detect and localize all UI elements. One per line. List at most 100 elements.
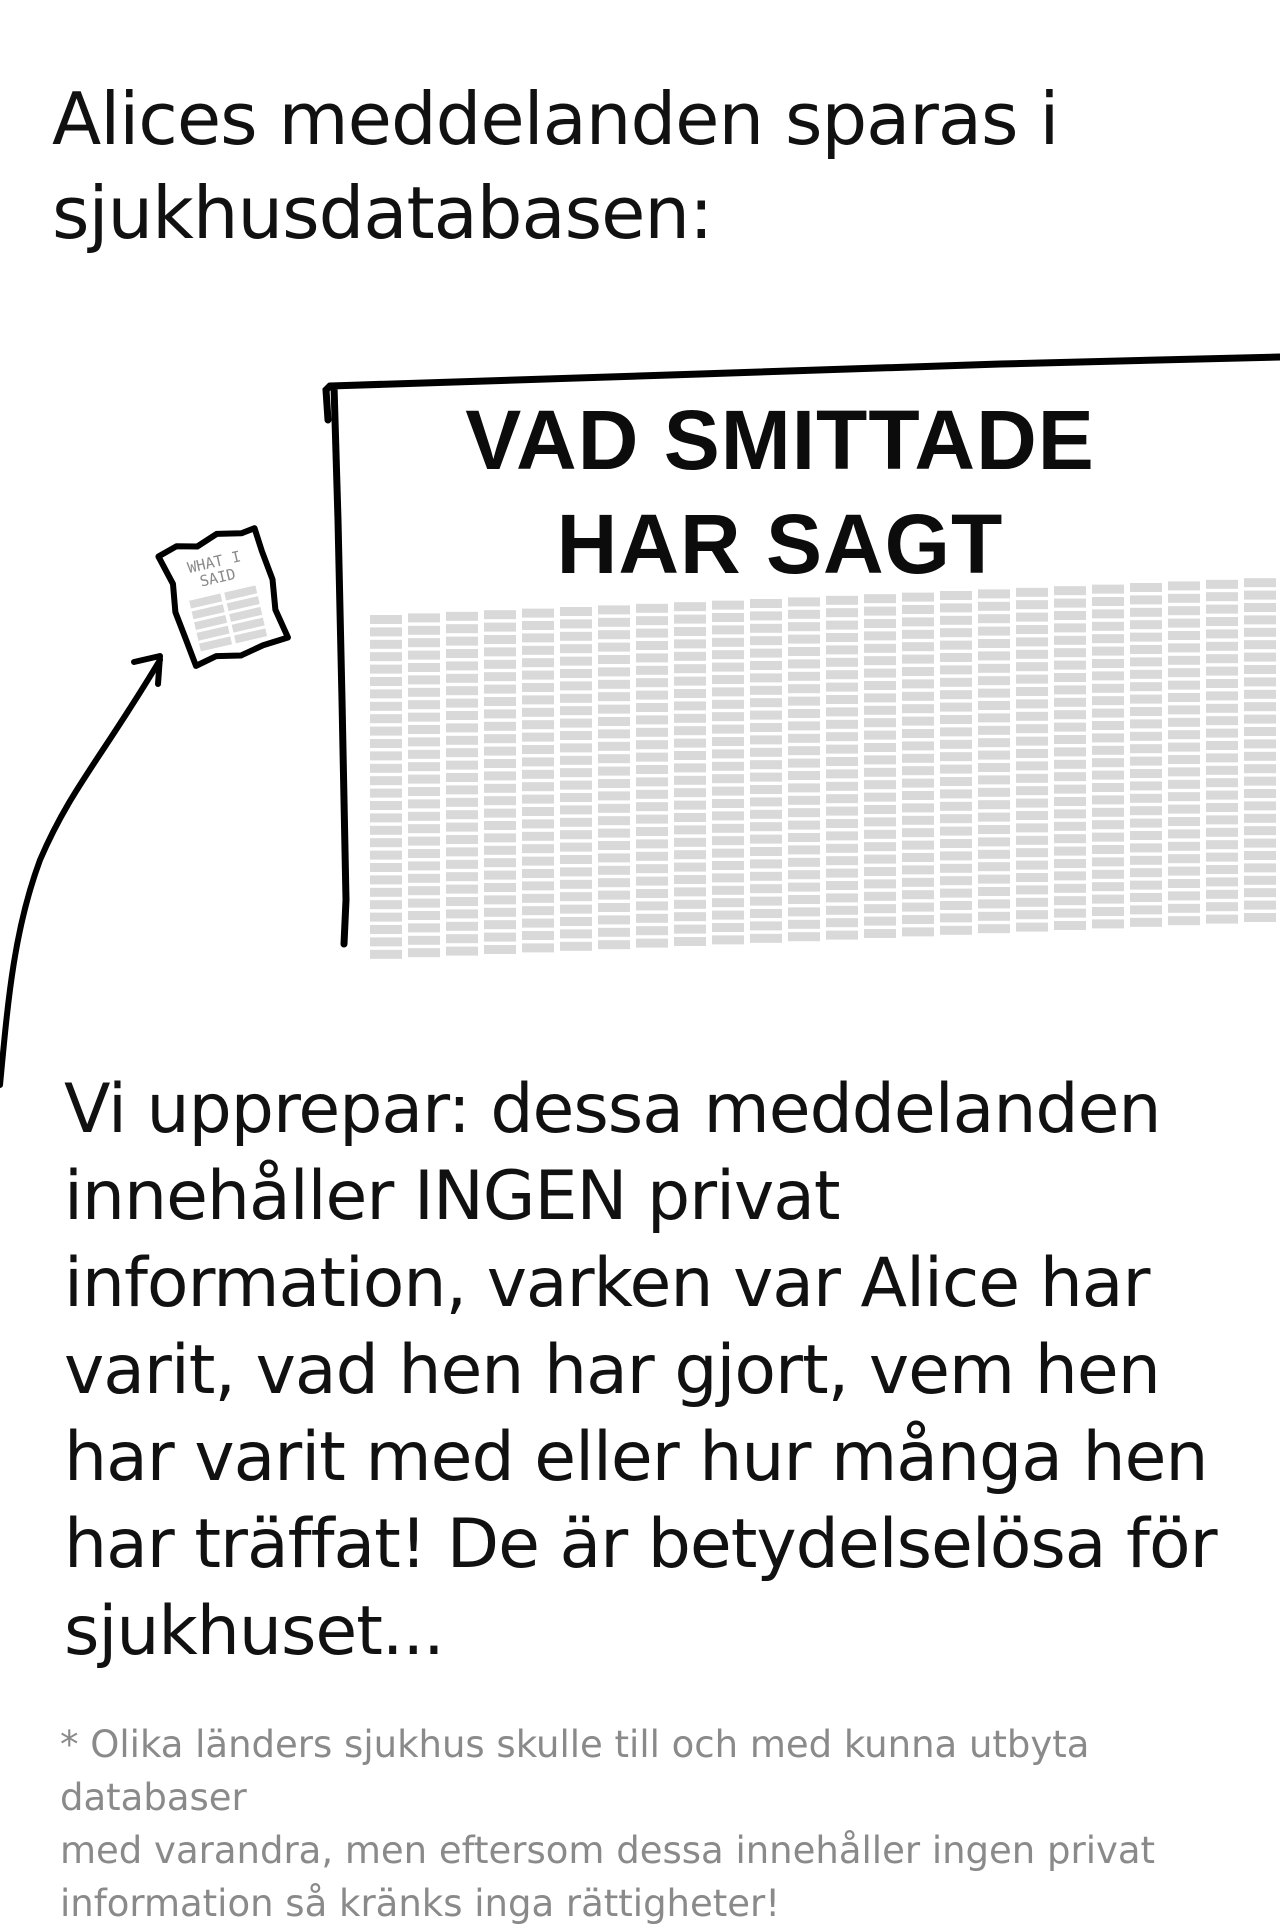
database-cell bbox=[408, 638, 440, 648]
database-cell bbox=[598, 717, 630, 726]
database-cell bbox=[1054, 921, 1086, 930]
database-cell bbox=[864, 904, 896, 914]
database-cell bbox=[1054, 598, 1086, 608]
database-cell bbox=[712, 786, 744, 796]
database-cell bbox=[446, 711, 478, 720]
database-cell bbox=[1092, 882, 1124, 892]
database-cell bbox=[1206, 654, 1238, 664]
body-line: information, varken var Alice har bbox=[64, 1244, 1150, 1323]
database-cell bbox=[940, 603, 972, 613]
database-cell bbox=[1168, 866, 1200, 876]
database-cell bbox=[1092, 894, 1124, 904]
database-cell bbox=[940, 789, 972, 799]
database-cell bbox=[788, 857, 820, 867]
database-cell bbox=[826, 645, 858, 655]
database-cell bbox=[1054, 759, 1086, 769]
database-cell bbox=[598, 642, 630, 652]
database-cell bbox=[1168, 903, 1200, 913]
database-cell bbox=[446, 611, 478, 621]
database-cell bbox=[636, 851, 668, 861]
database-cell bbox=[1168, 643, 1200, 653]
database-cell bbox=[1016, 885, 1048, 895]
database-cell bbox=[902, 729, 934, 738]
database-cell bbox=[1016, 612, 1048, 622]
database-cell bbox=[788, 758, 820, 768]
database-cell bbox=[940, 715, 972, 724]
database-cell bbox=[370, 912, 402, 922]
database-cell bbox=[560, 607, 592, 616]
database-cell bbox=[636, 765, 668, 774]
database-cell bbox=[1244, 689, 1276, 699]
database-cell bbox=[560, 656, 592, 666]
database-cell bbox=[560, 718, 592, 728]
database-cell bbox=[940, 901, 972, 910]
database-cell bbox=[370, 739, 402, 748]
database-cell bbox=[560, 669, 592, 678]
database-cell bbox=[674, 862, 706, 872]
database-cell bbox=[1092, 807, 1124, 817]
database-cell bbox=[1168, 829, 1200, 839]
database-cell bbox=[902, 803, 934, 813]
database-cell bbox=[902, 741, 934, 751]
database-cell bbox=[522, 856, 554, 866]
database-cell bbox=[1130, 917, 1162, 927]
database-cell bbox=[788, 932, 820, 942]
database-cell bbox=[788, 882, 820, 892]
database-cell bbox=[1092, 869, 1124, 879]
database-cell bbox=[712, 774, 744, 784]
database-cell bbox=[674, 602, 706, 612]
database-cell bbox=[560, 892, 592, 902]
database-cell bbox=[864, 879, 896, 889]
database-cell bbox=[978, 924, 1010, 934]
database-cell bbox=[408, 675, 440, 685]
database-cell bbox=[788, 820, 820, 830]
footnote-line: information så kränks inga rättigheter! bbox=[60, 1882, 781, 1925]
database-cell bbox=[1092, 919, 1124, 929]
database-cell bbox=[712, 613, 744, 622]
database-cell bbox=[636, 715, 668, 725]
database-cell bbox=[1092, 857, 1124, 867]
database-cell bbox=[484, 684, 516, 694]
database-cell bbox=[408, 799, 440, 809]
database-cell bbox=[560, 941, 592, 951]
database-cell bbox=[484, 709, 516, 719]
database-cell bbox=[674, 837, 706, 847]
database-cell bbox=[1206, 889, 1238, 899]
database-cell bbox=[674, 614, 706, 624]
database-cell bbox=[598, 803, 630, 813]
database-cell bbox=[1092, 795, 1124, 805]
database-cell bbox=[1054, 735, 1086, 744]
database-cell bbox=[1244, 838, 1276, 848]
database-cell bbox=[522, 757, 554, 767]
database-cell bbox=[560, 706, 592, 716]
database-cell bbox=[750, 599, 782, 608]
database-cell bbox=[370, 714, 402, 724]
database-cell bbox=[978, 626, 1010, 636]
database-cell bbox=[1092, 634, 1124, 644]
database-cell bbox=[560, 681, 592, 691]
database-cell bbox=[750, 871, 782, 881]
database-cell bbox=[636, 926, 668, 936]
footnote: * Olika länders sjukhus skulle till och … bbox=[60, 1718, 1240, 1930]
database-cell bbox=[370, 900, 402, 910]
database-cell bbox=[788, 671, 820, 681]
database-cell bbox=[446, 822, 478, 832]
database-cell bbox=[522, 782, 554, 792]
database-cell bbox=[788, 597, 820, 607]
database-cell bbox=[1206, 877, 1238, 887]
database-cell bbox=[674, 800, 706, 810]
database-cell bbox=[1168, 792, 1200, 802]
database-cell bbox=[484, 622, 516, 632]
database-cell bbox=[1244, 714, 1276, 724]
database-cell bbox=[1016, 823, 1048, 833]
database-cell bbox=[674, 651, 706, 661]
database-cell bbox=[446, 735, 478, 745]
database-cell bbox=[484, 759, 516, 768]
database-cell bbox=[978, 688, 1010, 698]
database-cell bbox=[1054, 623, 1086, 633]
database-cell bbox=[940, 690, 972, 700]
database-cell bbox=[598, 791, 630, 801]
database-cell bbox=[370, 788, 402, 798]
database-cell bbox=[408, 898, 440, 908]
database-cell bbox=[712, 662, 744, 672]
